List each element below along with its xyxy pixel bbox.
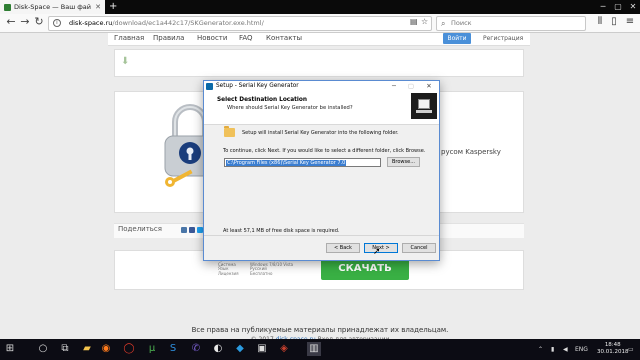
- disk-space-text: At least 57,1 MB of free disk space is r…: [223, 228, 340, 234]
- menu-item-faq[interactable]: FAQ: [239, 33, 253, 44]
- viber-icon[interactable]: ✆: [189, 342, 203, 356]
- media-icon[interactable]: ◐: [211, 342, 225, 356]
- register-link[interactable]: Регистрация: [483, 33, 523, 44]
- reader-view-icon[interactable]: ▤: [410, 15, 418, 28]
- volume-icon[interactable]: ◀: [563, 339, 568, 360]
- notifications-icon[interactable]: ▭: [628, 339, 634, 360]
- search-placeholder: Поиск: [451, 19, 472, 27]
- back-icon[interactable]: ←: [4, 15, 18, 29]
- continue-instructions: To continue, click Next. If you would li…: [223, 148, 426, 154]
- opera-icon[interactable]: ◯: [122, 342, 136, 356]
- download-button[interactable]: СКАЧАТЬ: [321, 258, 409, 280]
- browser-tab[interactable]: Disk-Space — Ваш файлообм ✕: [0, 0, 105, 14]
- reload-icon[interactable]: ↻: [32, 15, 46, 29]
- back-button[interactable]: < Back: [326, 243, 360, 253]
- meta-label: Лицензия: [218, 270, 239, 276]
- site-favicon-icon: [4, 3, 11, 11]
- dialog-title: Setup - Serial Key Generator: [216, 83, 299, 89]
- menu-icon[interactable]: ≡: [623, 15, 637, 29]
- folder-icon: [224, 126, 235, 137]
- tray-arrow-icon[interactable]: ⌃: [538, 339, 543, 360]
- menu-item-home[interactable]: Главная: [114, 33, 144, 44]
- address-bar[interactable]: i disk-space.ru/download/ec1a442c17/SKGe…: [48, 16, 432, 31]
- close-window-icon[interactable]: ✕: [626, 0, 640, 14]
- new-tab-icon[interactable]: +: [109, 0, 117, 14]
- info-icon[interactable]: i: [53, 19, 61, 27]
- setup-wizard-dialog: Setup - Serial Key Generator ─ ▢ ✕ Selec…: [203, 80, 440, 261]
- dialog-close-icon[interactable]: ✕: [423, 81, 435, 92]
- facebook-share-icon[interactable]: [189, 227, 195, 233]
- sidebar-icon[interactable]: ▯: [607, 15, 621, 29]
- browse-button[interactable]: Browse...: [387, 157, 420, 167]
- url-host: disk-space.ru: [69, 19, 113, 27]
- login-button[interactable]: Войти: [443, 33, 471, 44]
- browser-nav-bar: ← → ↻ i disk-space.ru/download/ec1a442c1…: [0, 14, 640, 33]
- wizard-computer-icon: [411, 93, 437, 119]
- close-tab-icon[interactable]: ✕: [95, 3, 101, 11]
- search-icon[interactable]: ○: [36, 342, 50, 356]
- dialog-minimize-icon[interactable]: ─: [388, 81, 400, 92]
- windows-taskbar: ⊞ ○ ⧉ ▰ ◉ ◯ μ S ✆ ◐ ◆ ▣ ◈ ▥ ⌃ ▮ ◀ ENG 18…: [0, 339, 640, 360]
- bookmark-star-icon[interactable]: ☆: [421, 15, 428, 28]
- library-icon[interactable]: ⫴: [593, 15, 607, 29]
- mouse-cursor-icon: ➚: [373, 247, 381, 257]
- windows-start-icon[interactable]: ⊞: [3, 342, 17, 356]
- install-info-text: Setup will install Serial Key Generator …: [242, 130, 399, 136]
- minimize-window-icon[interactable]: ─: [596, 0, 610, 14]
- next-button[interactable]: Next >: [364, 243, 398, 253]
- window-icon[interactable]: ▣: [255, 342, 269, 356]
- share-label: Поделиться: [118, 225, 162, 233]
- download-info-panel: ⬇: [114, 49, 524, 77]
- install-path-value: C:\Program Files (x86)\Serial Key Genera…: [226, 160, 347, 166]
- firefox-icon[interactable]: ◉: [99, 342, 113, 356]
- menu-item-contacts[interactable]: Контакты: [266, 33, 302, 44]
- meta-value: Бесплатно: [250, 270, 273, 276]
- setup-app-icon: [206, 83, 213, 90]
- url-path: /download/ec1a442c17/SKGenerator.exe.htm…: [112, 19, 264, 27]
- footer-rights-text: Все права на публикуемые материалы прина…: [191, 326, 449, 334]
- search-icon: ⌕: [441, 19, 446, 28]
- install-path-input[interactable]: C:\Program Files (x86)\Serial Key Genera…: [224, 158, 381, 167]
- forward-icon[interactable]: →: [18, 15, 32, 29]
- clock-date: 30.01.2018: [597, 349, 629, 355]
- cancel-button[interactable]: Cancel: [402, 243, 436, 253]
- maximize-window-icon[interactable]: ▢: [611, 0, 625, 14]
- skype-icon[interactable]: S: [166, 342, 180, 356]
- app-icon[interactable]: ◈: [277, 342, 291, 356]
- wizard-subheading: Where should Serial Key Generator be ins…: [227, 105, 353, 111]
- wizard-heading: Select Destination Location: [217, 97, 308, 103]
- task-view-icon[interactable]: ⧉: [58, 342, 72, 356]
- app-icon[interactable]: ◆: [233, 342, 247, 356]
- dialog-title-bar[interactable]: Setup - Serial Key Generator ─ ▢ ✕: [204, 81, 439, 92]
- vk-share-icon[interactable]: [181, 227, 187, 233]
- browser-tab-bar: Disk-Space — Ваш файлообм ✕ + ─ ▢ ✕: [0, 0, 640, 14]
- language-indicator[interactable]: ENG: [575, 339, 588, 360]
- clock[interactable]: 18:48 30.01.2018: [597, 342, 629, 356]
- dialog-maximize-icon: ▢: [407, 82, 415, 90]
- kaspersky-check-text: русом Kaspersky: [441, 148, 501, 156]
- button-separator: [204, 235, 439, 236]
- menu-item-news[interactable]: Новости: [197, 33, 227, 44]
- setup-taskbar-icon[interactable]: ▥: [307, 342, 321, 356]
- tab-title: Disk-Space — Ваш файлообм: [14, 3, 91, 11]
- download-arrow-icon: ⬇: [121, 56, 130, 67]
- file-explorer-icon[interactable]: ▰: [80, 342, 94, 356]
- menu-item-rules[interactable]: Правила: [153, 33, 184, 44]
- network-icon[interactable]: ▮: [551, 339, 554, 360]
- torrent-icon[interactable]: μ: [145, 342, 159, 356]
- clock-time: 18:48: [604, 342, 621, 348]
- search-bar[interactable]: ⌕ Поиск: [436, 16, 586, 31]
